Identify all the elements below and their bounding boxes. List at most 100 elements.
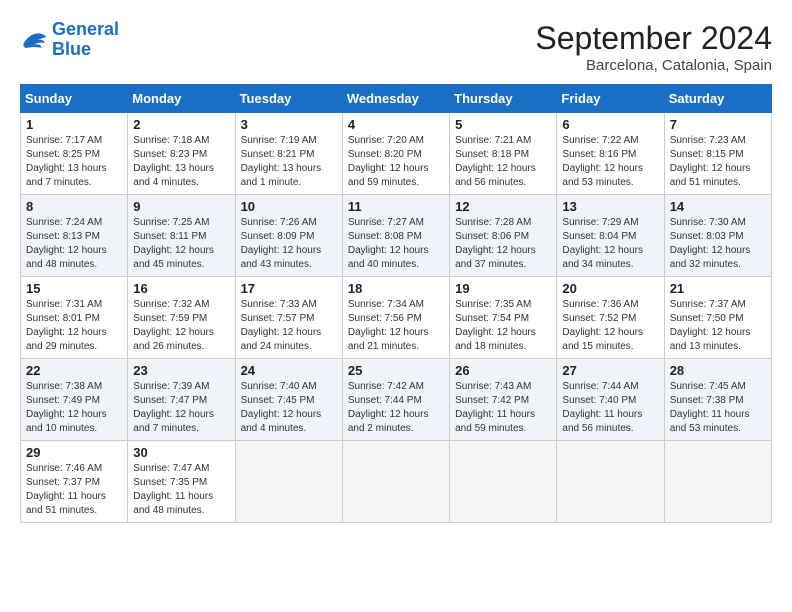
daylight-label: Daylight: 12 hours [348, 327, 429, 338]
day-number: 10 [241, 199, 337, 214]
day-number: 2 [133, 117, 229, 132]
calendar-cell: 3 Sunrise: 7:19 AM Sunset: 8:21 PM Dayli… [235, 113, 342, 195]
calendar-cell: 19 Sunrise: 7:35 AM Sunset: 7:54 PM Dayl… [450, 277, 557, 359]
calendar-cell [664, 441, 771, 523]
sunset: Sunset: 8:16 PM [562, 149, 636, 160]
day-number: 22 [26, 363, 122, 378]
day-info: Sunrise: 7:35 AM Sunset: 7:54 PM Dayligh… [455, 298, 551, 354]
sunrise: Sunrise: 7:40 AM [241, 381, 317, 392]
daylight-label: Daylight: 12 hours [455, 163, 536, 174]
sunrise: Sunrise: 7:30 AM [670, 217, 746, 228]
daylight-minutes: and 51 minutes. [670, 177, 741, 188]
daylight-minutes: and 43 minutes. [241, 259, 312, 270]
daylight-minutes: and 7 minutes. [133, 423, 199, 434]
day-number: 29 [26, 445, 122, 460]
day-number: 9 [133, 199, 229, 214]
sunrise: Sunrise: 7:38 AM [26, 381, 102, 392]
sunrise: Sunrise: 7:37 AM [670, 299, 746, 310]
sunset: Sunset: 7:35 PM [133, 477, 207, 488]
sunset: Sunset: 7:47 PM [133, 395, 207, 406]
day-number: 7 [670, 117, 766, 132]
day-number: 26 [455, 363, 551, 378]
daylight-label: Daylight: 12 hours [348, 163, 429, 174]
day-number: 20 [562, 281, 658, 296]
calendar-cell: 24 Sunrise: 7:40 AM Sunset: 7:45 PM Dayl… [235, 359, 342, 441]
daylight-label: Daylight: 11 hours [455, 409, 535, 420]
day-number: 8 [26, 199, 122, 214]
daylight-label: Daylight: 12 hours [26, 327, 107, 338]
sunset: Sunset: 8:18 PM [455, 149, 529, 160]
calendar-cell: 1 Sunrise: 7:17 AM Sunset: 8:25 PM Dayli… [21, 113, 128, 195]
calendar-cell [235, 441, 342, 523]
logo: GeneralBlue [20, 20, 119, 60]
daylight-label: Daylight: 11 hours [562, 409, 642, 420]
calendar-cell: 5 Sunrise: 7:21 AM Sunset: 8:18 PM Dayli… [450, 113, 557, 195]
daylight-label: Daylight: 13 hours [133, 163, 214, 174]
day-number: 6 [562, 117, 658, 132]
daylight-label: Daylight: 12 hours [348, 245, 429, 256]
calendar-row: 1 Sunrise: 7:17 AM Sunset: 8:25 PM Dayli… [21, 113, 772, 195]
daylight-label: Daylight: 12 hours [670, 327, 751, 338]
sunset: Sunset: 7:59 PM [133, 313, 207, 324]
daylight-label: Daylight: 12 hours [26, 245, 107, 256]
sunrise: Sunrise: 7:19 AM [241, 135, 317, 146]
col-friday: Friday [557, 85, 664, 113]
col-saturday: Saturday [664, 85, 771, 113]
daylight-minutes: and 18 minutes. [455, 341, 526, 352]
calendar-cell: 26 Sunrise: 7:43 AM Sunset: 7:42 PM Dayl… [450, 359, 557, 441]
calendar-cell: 9 Sunrise: 7:25 AM Sunset: 8:11 PM Dayli… [128, 195, 235, 277]
sunset: Sunset: 7:49 PM [26, 395, 100, 406]
sunset: Sunset: 7:42 PM [455, 395, 529, 406]
day-info: Sunrise: 7:29 AM Sunset: 8:04 PM Dayligh… [562, 216, 658, 272]
daylight-minutes: and 13 minutes. [670, 341, 741, 352]
day-number: 17 [241, 281, 337, 296]
daylight-minutes: and 4 minutes. [133, 177, 199, 188]
sunrise: Sunrise: 7:47 AM [133, 463, 209, 474]
sunrise: Sunrise: 7:43 AM [455, 381, 531, 392]
day-number: 24 [241, 363, 337, 378]
calendar-cell: 13 Sunrise: 7:29 AM Sunset: 8:04 PM Dayl… [557, 195, 664, 277]
sunset: Sunset: 8:13 PM [26, 231, 100, 242]
day-info: Sunrise: 7:33 AM Sunset: 7:57 PM Dayligh… [241, 298, 337, 354]
calendar-header-row: Sunday Monday Tuesday Wednesday Thursday… [21, 85, 772, 113]
calendar-cell: 12 Sunrise: 7:28 AM Sunset: 8:06 PM Dayl… [450, 195, 557, 277]
sunrise: Sunrise: 7:27 AM [348, 217, 424, 228]
daylight-label: Daylight: 12 hours [670, 245, 751, 256]
day-number: 14 [670, 199, 766, 214]
sunrise: Sunrise: 7:24 AM [26, 217, 102, 228]
day-info: Sunrise: 7:36 AM Sunset: 7:52 PM Dayligh… [562, 298, 658, 354]
day-info: Sunrise: 7:19 AM Sunset: 8:21 PM Dayligh… [241, 134, 337, 190]
calendar-cell: 17 Sunrise: 7:33 AM Sunset: 7:57 PM Dayl… [235, 277, 342, 359]
day-info: Sunrise: 7:44 AM Sunset: 7:40 PM Dayligh… [562, 380, 658, 436]
calendar-cell: 6 Sunrise: 7:22 AM Sunset: 8:16 PM Dayli… [557, 113, 664, 195]
day-info: Sunrise: 7:43 AM Sunset: 7:42 PM Dayligh… [455, 380, 551, 436]
daylight-minutes: and 21 minutes. [348, 341, 419, 352]
sunrise: Sunrise: 7:26 AM [241, 217, 317, 228]
calendar-cell: 23 Sunrise: 7:39 AM Sunset: 7:47 PM Dayl… [128, 359, 235, 441]
month-title: September 2024 [535, 20, 772, 57]
col-monday: Monday [128, 85, 235, 113]
calendar-table: Sunday Monday Tuesday Wednesday Thursday… [20, 84, 772, 523]
sunrise: Sunrise: 7:28 AM [455, 217, 531, 228]
sunset: Sunset: 8:08 PM [348, 231, 422, 242]
calendar-cell: 18 Sunrise: 7:34 AM Sunset: 7:56 PM Dayl… [342, 277, 449, 359]
day-number: 27 [562, 363, 658, 378]
daylight-minutes: and 7 minutes. [26, 177, 92, 188]
sunrise: Sunrise: 7:46 AM [26, 463, 102, 474]
day-number: 11 [348, 199, 444, 214]
day-number: 13 [562, 199, 658, 214]
daylight-label: Daylight: 12 hours [133, 327, 214, 338]
sunset: Sunset: 7:50 PM [670, 313, 744, 324]
day-info: Sunrise: 7:28 AM Sunset: 8:06 PM Dayligh… [455, 216, 551, 272]
sunrise: Sunrise: 7:25 AM [133, 217, 209, 228]
daylight-minutes: and 53 minutes. [670, 423, 741, 434]
col-tuesday: Tuesday [235, 85, 342, 113]
day-info: Sunrise: 7:39 AM Sunset: 7:47 PM Dayligh… [133, 380, 229, 436]
daylight-label: Daylight: 12 hours [348, 409, 429, 420]
calendar-cell: 11 Sunrise: 7:27 AM Sunset: 8:08 PM Dayl… [342, 195, 449, 277]
sunrise: Sunrise: 7:29 AM [562, 217, 638, 228]
sunset: Sunset: 7:37 PM [26, 477, 100, 488]
calendar-cell: 10 Sunrise: 7:26 AM Sunset: 8:09 PM Dayl… [235, 195, 342, 277]
day-number: 12 [455, 199, 551, 214]
calendar-cell: 4 Sunrise: 7:20 AM Sunset: 8:20 PM Dayli… [342, 113, 449, 195]
